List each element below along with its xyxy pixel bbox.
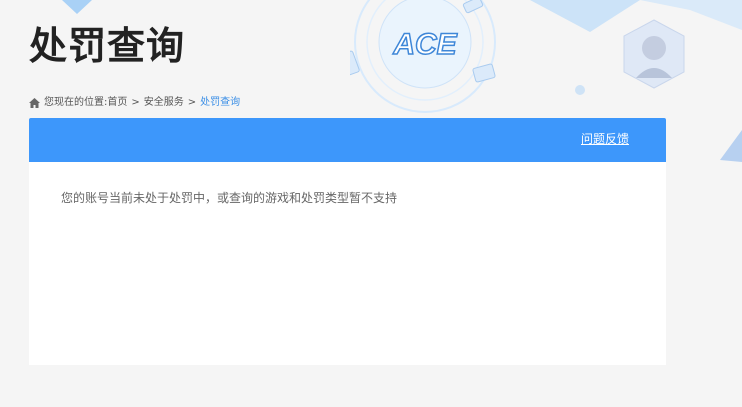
result-panel: 您的账号当前未处于处罚中，或查询的游戏和处罚类型暂不支持 <box>29 162 666 365</box>
character-avatar-decoration <box>623 19 685 89</box>
panel-header-bar: 问题反馈 <box>29 118 666 162</box>
decorative-dot <box>575 85 585 95</box>
page-title: 处罚查询 <box>29 24 186 68</box>
feedback-link[interactable]: 问题反馈 <box>581 131 629 147</box>
breadcrumb-prefix: 您现在的位置: <box>44 97 108 108</box>
breadcrumb-separator: > <box>131 97 140 108</box>
decorative-triangle-right <box>720 130 742 162</box>
breadcrumb: 您现在的位置: 首页 > 安全服务 > 处罚查询 <box>29 96 240 110</box>
ace-logo-text: ACE <box>392 28 457 61</box>
breadcrumb-current: 处罚查询 <box>200 97 241 108</box>
page: ACE 处罚查询 您现在的位置: 首页 > 安全服务 > 处罚查询 问题反馈 您… <box>0 0 742 407</box>
ace-logo-decoration: ACE <box>350 0 496 113</box>
result-message: 您的账号当前未处于处罚中，或查询的游戏和处罚类型暂不支持 <box>61 191 398 205</box>
decorative-triangle-left <box>62 0 92 14</box>
breadcrumb-separator: > <box>187 97 197 108</box>
breadcrumb-home-link[interactable]: 首页 <box>107 96 127 110</box>
home-icon <box>29 98 40 108</box>
breadcrumb-security-link[interactable]: 安全服务 <box>144 96 184 110</box>
